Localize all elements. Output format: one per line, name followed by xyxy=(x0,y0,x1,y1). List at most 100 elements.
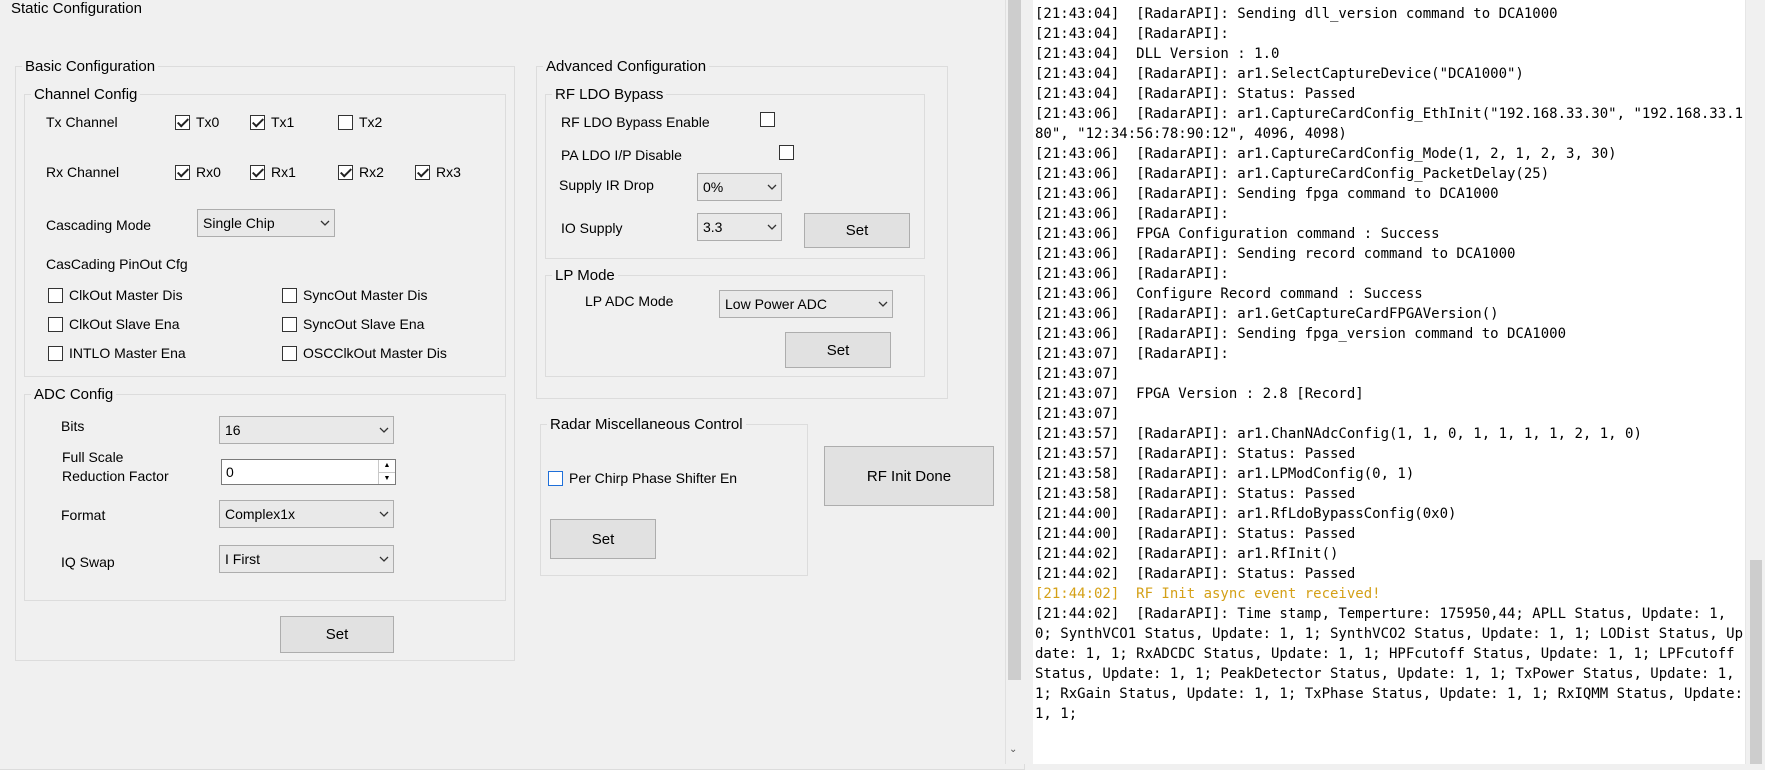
chevron-down-icon xyxy=(375,511,393,517)
io-supply-value: 3.3 xyxy=(703,219,723,235)
chevron-down-icon[interactable]: ⌄ xyxy=(1009,744,1017,755)
tx2-label: Tx2 xyxy=(359,114,383,130)
syncout-master-dis-box[interactable] xyxy=(282,287,297,303)
rf-ldo-set-button[interactable]: Set xyxy=(804,213,910,248)
left-panel-scrollbar[interactable]: ⌄ xyxy=(1005,0,1022,764)
lp-adc-mode-value: Low Power ADC xyxy=(725,296,827,312)
tx1-checkbox[interactable]: Tx1 xyxy=(250,114,294,130)
log-line: [21:44:02] RF Init async event received! xyxy=(1035,586,1381,602)
reduction-factor-label: Reduction Factor xyxy=(62,468,169,484)
bits-dropdown[interactable]: 16 xyxy=(219,416,394,444)
log-line: [21:43:04] [RadarAPI]: xyxy=(1035,26,1229,42)
lp-adc-mode-dropdown[interactable]: Low Power ADC xyxy=(719,290,893,318)
clkout-master-dis-label: ClkOut Master Dis xyxy=(69,287,183,303)
cascading-mode-dropdown[interactable]: Single Chip xyxy=(197,209,335,237)
syncout-slave-ena-label: SyncOut Slave Ena xyxy=(303,316,425,332)
paldo-ip-disable-label: PA LDO I/P Disable xyxy=(561,147,682,163)
rx3-check-box[interactable] xyxy=(415,164,430,180)
log-line: [21:43:04] [RadarAPI]: Status: Passed xyxy=(1035,86,1356,102)
syncout-slave-ena-box[interactable] xyxy=(282,316,297,332)
clkout-slave-ena-checkbox[interactable]: ClkOut Slave Ena xyxy=(48,316,180,332)
tx2-checkbox[interactable]: Tx2 xyxy=(338,114,382,130)
left-scrollbar-thumb[interactable] xyxy=(1008,0,1021,680)
spin-up-icon[interactable]: ▲ xyxy=(379,460,395,472)
basic-set-button[interactable]: Set xyxy=(280,616,394,653)
oscclkout-master-dis-checkbox[interactable]: OSCClkOut Master Dis xyxy=(282,345,447,361)
iq-swap-value: I First xyxy=(225,551,260,567)
lp-mode-set-button[interactable]: Set xyxy=(785,332,891,368)
pane-divider[interactable] xyxy=(1022,0,1033,764)
intlo-master-ena-box[interactable] xyxy=(48,345,63,361)
rx-channel-label: Rx Channel xyxy=(46,164,120,180)
static-configuration-title: Static Configuration xyxy=(11,0,142,17)
tx-channel-label: Tx Channel xyxy=(46,114,118,130)
rx2-check-box[interactable] xyxy=(338,164,353,180)
adc-config-title: ADC Config xyxy=(34,386,114,403)
intlo-master-ena-checkbox[interactable]: INTLO Master Ena xyxy=(48,345,186,361)
per-chirp-phase-shifter-checkbox[interactable]: Per Chirp Phase Shifter En xyxy=(548,470,737,486)
rx1-checkbox[interactable]: Rx1 xyxy=(250,164,296,180)
radar-misc-set-button[interactable]: Set xyxy=(550,519,656,559)
rf-ldo-bypass-enable-label: RF LDO Bypass Enable xyxy=(561,114,710,130)
oscclkout-master-dis-box[interactable] xyxy=(282,345,297,361)
iq-swap-dropdown[interactable]: I First xyxy=(219,545,394,573)
per-chirp-phase-shifter-box[interactable] xyxy=(548,470,563,486)
full-scale-reduction-spinbox[interactable]: 0 ▲ ▼ xyxy=(221,459,396,485)
log-line: [21:43:04] [RadarAPI]: ar1.SelectCapture… xyxy=(1035,66,1524,82)
full-scale-reduction-value: 0 xyxy=(226,464,234,480)
clkout-master-dis-box[interactable] xyxy=(48,287,63,303)
clkout-slave-ena-box[interactable] xyxy=(48,316,63,332)
io-supply-dropdown[interactable]: 3.3 xyxy=(697,213,782,241)
tx2-check-box[interactable] xyxy=(338,114,353,130)
iq-swap-label: IQ Swap xyxy=(61,554,115,570)
syncout-master-dis-checkbox[interactable]: SyncOut Master Dis xyxy=(282,287,427,303)
tx1-label: Tx1 xyxy=(271,114,295,130)
log-line: [21:44:02] [RadarAPI]: Time stamp, Tempe… xyxy=(1035,606,1744,722)
advanced-configuration-title: Advanced Configuration xyxy=(546,58,707,75)
chevron-down-icon xyxy=(874,301,892,307)
syncout-slave-ena-checkbox[interactable]: SyncOut Slave Ena xyxy=(282,316,424,332)
channel-config-title: Channel Config xyxy=(34,86,138,103)
log-line: [21:43:07] xyxy=(1035,366,1120,382)
format-dropdown[interactable]: Complex1x xyxy=(219,500,394,528)
log-line: [21:43:58] [RadarAPI]: ar1.LPModConfig(0… xyxy=(1035,466,1415,482)
log-line: [21:43:07] FPGA Version : 2.8 [Record] xyxy=(1035,386,1364,402)
supply-ir-drop-dropdown[interactable]: 0% xyxy=(697,173,782,201)
rx0-label: Rx0 xyxy=(196,164,221,180)
spin-down-icon[interactable]: ▼ xyxy=(379,471,395,485)
chevron-down-icon xyxy=(375,427,393,433)
log-line: [21:43:57] [RadarAPI]: ar1.ChanNAdcConfi… xyxy=(1035,426,1642,442)
rx2-checkbox[interactable]: Rx2 xyxy=(338,164,384,180)
log-line: [21:44:02] [RadarAPI]: ar1.RfInit() xyxy=(1035,546,1339,562)
log-line: [21:43:06] [RadarAPI]: Sending fpga_vers… xyxy=(1035,326,1567,342)
rf-init-done-button[interactable]: RF Init Done xyxy=(824,446,994,506)
paldo-ip-disable-checkbox[interactable] xyxy=(778,145,794,160)
log-line: [21:43:04] DLL Version : 1.0 xyxy=(1035,46,1280,62)
rx2-label: Rx2 xyxy=(359,164,384,180)
syncout-master-dis-label: SyncOut Master Dis xyxy=(303,287,428,303)
rx3-checkbox[interactable]: Rx3 xyxy=(415,164,461,180)
chevron-down-icon xyxy=(763,184,781,190)
rx0-checkbox[interactable]: Rx0 xyxy=(175,164,221,180)
clkout-master-dis-checkbox[interactable]: ClkOut Master Dis xyxy=(48,287,183,303)
intlo-master-ena-label: INTLO Master Ena xyxy=(69,345,186,361)
cascading-mode-value: Single Chip xyxy=(203,215,275,231)
tx0-check-box[interactable] xyxy=(175,114,190,130)
clkout-slave-ena-label: ClkOut Slave Ena xyxy=(69,316,180,332)
rx1-check-box[interactable] xyxy=(250,164,265,180)
basic-configuration-title: Basic Configuration xyxy=(25,58,156,75)
log-line: [21:43:06] [RadarAPI]: ar1.CaptureCardCo… xyxy=(1035,166,1550,182)
rx3-label: Rx3 xyxy=(436,164,461,180)
supply-ir-drop-value: 0% xyxy=(703,179,724,195)
log-scrollbar-thumb[interactable] xyxy=(1750,560,1762,764)
radar-misc-title: Radar Miscellaneous Control xyxy=(550,416,743,433)
log-line: [21:43:04] [RadarAPI]: Sending dll_versi… xyxy=(1035,6,1558,22)
tx1-check-box[interactable] xyxy=(250,114,265,130)
rf-ldo-bypass-enable-checkbox[interactable] xyxy=(760,112,775,127)
spin-arrows[interactable]: ▲ ▼ xyxy=(378,460,395,484)
log-line: [21:43:06] [RadarAPI]: Sending record co… xyxy=(1035,246,1516,262)
rx0-check-box[interactable] xyxy=(175,164,190,180)
tx0-checkbox[interactable]: Tx0 xyxy=(175,114,219,130)
log-line: [21:44:00] [RadarAPI]: Status: Passed xyxy=(1035,526,1356,542)
log-scrollbar[interactable] xyxy=(1745,0,1765,764)
